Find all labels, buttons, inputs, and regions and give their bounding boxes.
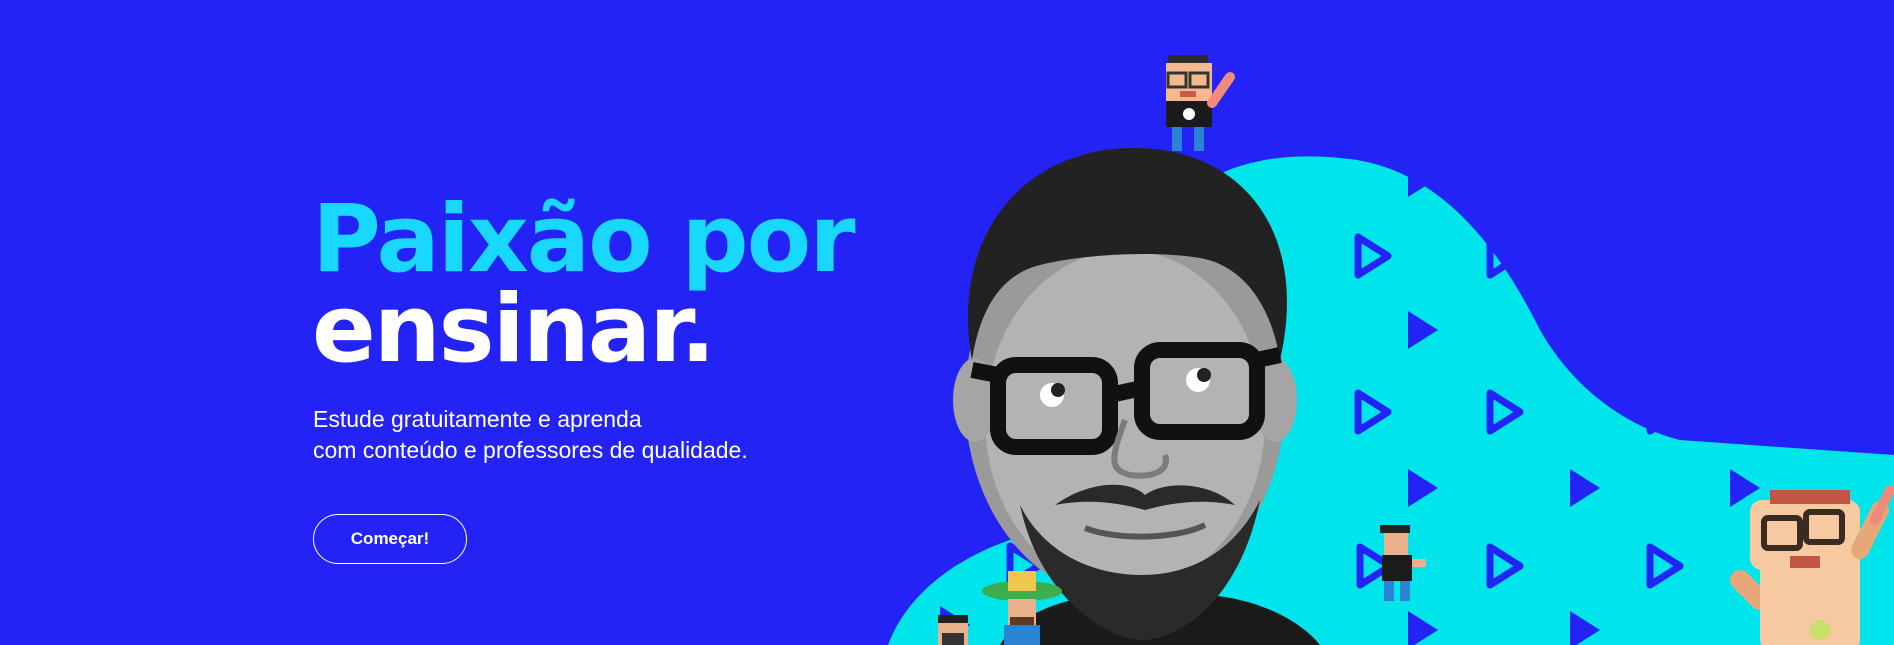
pixel-character-icon — [938, 615, 968, 645]
headline-line-2: ensinar. — [312, 275, 716, 384]
pixel-character-icon — [1166, 55, 1235, 151]
play-icon — [1570, 311, 1600, 349]
hero-headline: Paixão por ensinar. — [312, 185, 856, 384]
headline-line-1: Paixão por — [312, 185, 856, 294]
subtitle-line-2: com conteúdo e professores de qualidade. — [313, 437, 748, 463]
start-button[interactable]: Começar! — [313, 514, 467, 564]
hero-illustration — [888, 55, 1894, 645]
hero-banner: Paixão por ensinar. Estude gratuitamente… — [0, 0, 1894, 645]
hero-subtitle: Estude gratuitamente e aprenda com conte… — [313, 404, 748, 466]
subtitle-line-1: Estude gratuitamente e aprenda — [313, 406, 642, 432]
play-icon — [1650, 393, 1680, 431]
